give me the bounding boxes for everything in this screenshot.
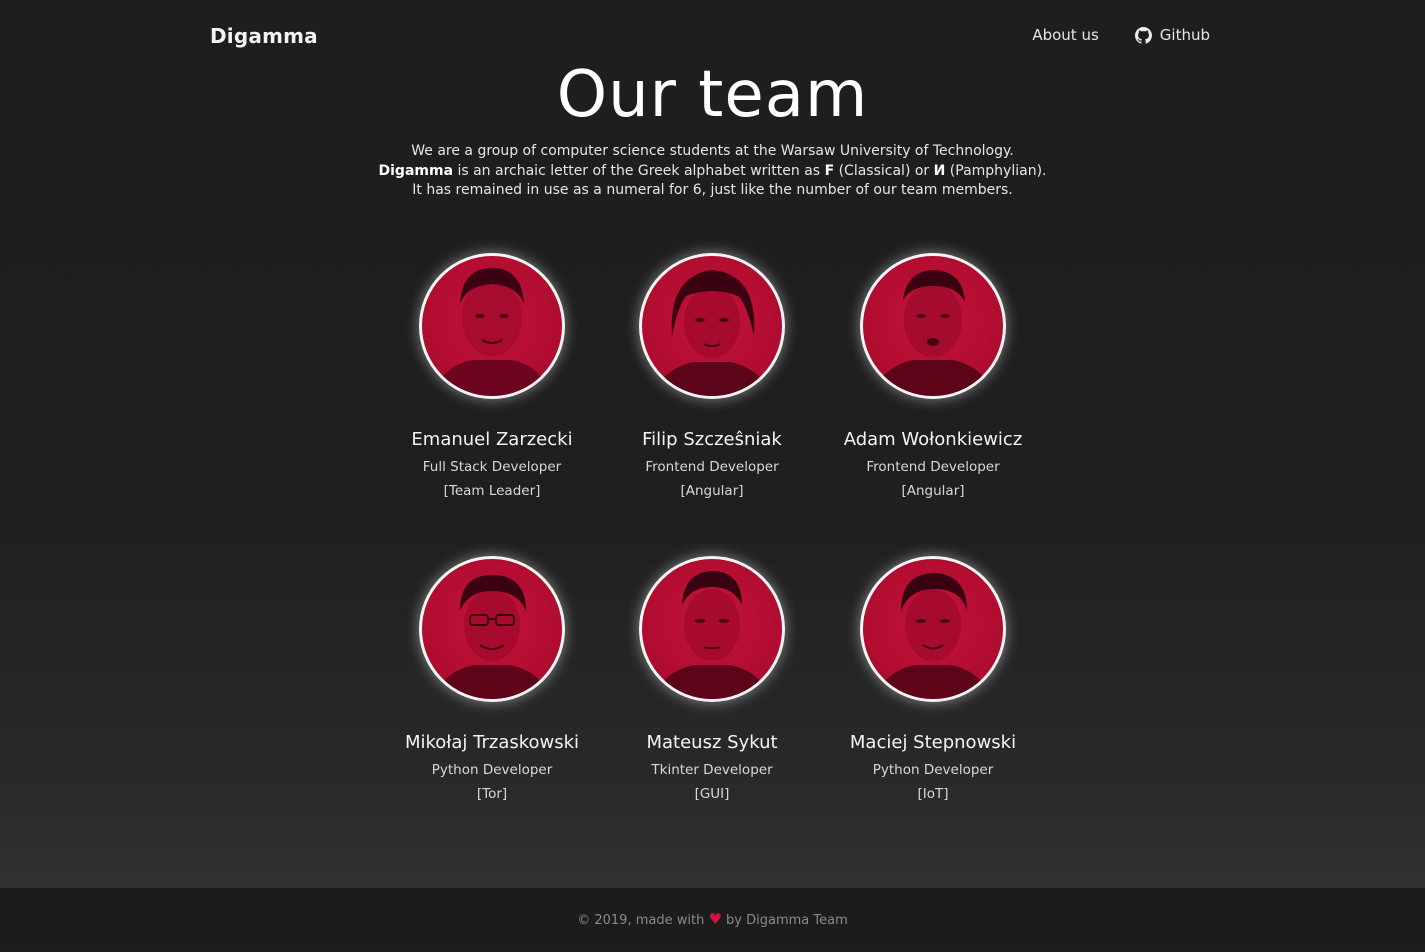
member-photo (639, 253, 785, 399)
intro-line-2-part-a: is an archaic letter of the Greek alphab… (453, 162, 825, 179)
member-photo (860, 556, 1006, 702)
member-role: Full Stack Developer (422, 459, 562, 475)
heart-icon: ♥ (708, 910, 722, 928)
intro-line-1: We are a group of computer science stude… (411, 143, 1014, 159)
footer-prefix: © 2019, made with (577, 913, 709, 928)
nav-github-label: Github (1159, 26, 1210, 44)
member-tag: [Team Leader] (443, 483, 541, 499)
team-member-card: Mateusz Sykut Tkinter Developer [GUI] (602, 556, 822, 802)
member-photo (419, 253, 565, 399)
member-role: Python Developer (872, 762, 994, 778)
intro-line-2: Digamma is an archaic letter of the Gree… (0, 162, 1425, 182)
member-role: Tkinter Developer (651, 762, 773, 778)
intro-letter-classical: F (824, 162, 835, 179)
member-photo (639, 556, 785, 702)
team-member-card: Filip Szczeŝniak Frontend Developer [Ang… (602, 253, 822, 499)
intro-line-2-part-b: (Classical) or (834, 162, 934, 179)
member-role: Frontend Developer (645, 459, 779, 475)
footer: © 2019, made with ♥ by Digamma Team (0, 888, 1425, 950)
member-tag: [IoT] (917, 786, 949, 802)
nav-links: About us Github (1032, 26, 1210, 44)
member-photo (860, 253, 1006, 399)
member-name: Maciej Stepnowski (849, 732, 1017, 753)
intro-digamma-bold: Digamma (378, 162, 454, 179)
member-photo (419, 556, 565, 702)
member-name: Filip Szczeŝniak (642, 429, 782, 450)
member-tag: [Angular] (680, 483, 744, 499)
intro-line-2-part-c: (Pamphylian). (945, 162, 1047, 179)
footer-suffix: by Digamma Team (721, 913, 848, 928)
nav-about-us-link[interactable]: About us (1032, 26, 1098, 44)
team-member-card: Adam Wołonkiewicz Frontend Developer [An… (823, 253, 1043, 499)
member-role: Python Developer (431, 762, 553, 778)
member-name: Emanuel Zarzecki (411, 429, 573, 450)
member-tag: [GUI] (694, 786, 730, 802)
member-tag: [Angular] (901, 483, 965, 499)
nav-about-us-label: About us (1032, 26, 1099, 44)
intro-letter-pamphylian: И (933, 162, 946, 179)
brand-logo[interactable]: Digamma (210, 24, 318, 48)
team-member-card: Maciej Stepnowski Python Developer [IoT] (823, 556, 1043, 802)
member-tag: [Tor] (476, 786, 508, 802)
team-member-card: Mikołaj Trzaskowski Python Developer [To… (382, 556, 602, 802)
intro-line-3: It has remained in use as a numeral for … (412, 182, 1013, 198)
team-member-card: Emanuel Zarzecki Full Stack Developer [T… (382, 253, 602, 499)
member-role: Frontend Developer (866, 459, 1000, 475)
page-title: Our team (556, 58, 869, 132)
intro-text: We are a group of computer science stude… (0, 142, 1425, 201)
member-name: Mikołaj Trzaskowski (404, 732, 580, 753)
member-name: Mateusz Sykut (646, 732, 778, 753)
nav-github-link[interactable]: Github (1134, 26, 1210, 44)
github-icon (1134, 26, 1152, 44)
member-name: Adam Wołonkiewicz (843, 429, 1023, 450)
